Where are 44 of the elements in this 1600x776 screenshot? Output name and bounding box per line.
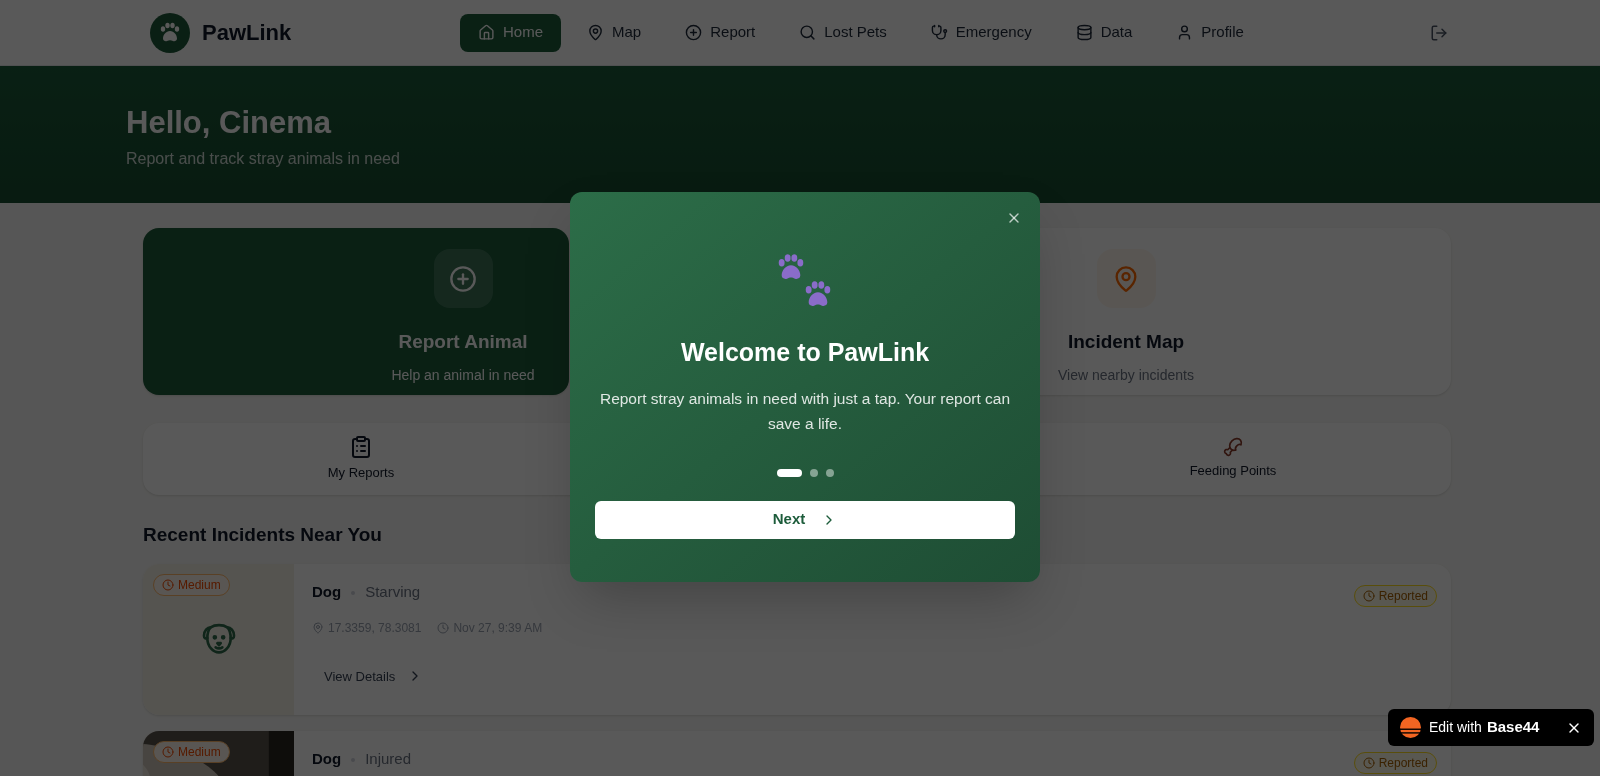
brand-name: PawLink	[202, 19, 292, 47]
clipboard-icon	[349, 435, 373, 460]
plus-circle-icon	[449, 264, 477, 293]
nav-tab[interactable]: Home	[460, 13, 561, 52]
quick-link[interactable]: Feeding Points	[1015, 423, 1451, 495]
badge-brand: Base44	[1486, 717, 1540, 738]
edit-badge[interactable]: Edit with Base44	[1388, 709, 1594, 746]
animal-type: Dog	[312, 749, 342, 770]
view-details-link[interactable]: View Details	[324, 666, 424, 686]
drumstick-icon	[1223, 437, 1243, 458]
map-pin-icon	[312, 621, 324, 634]
nav-tab[interactable]: Profile	[1158, 13, 1262, 52]
severity-label: Medium	[178, 743, 221, 761]
clock-icon	[1362, 589, 1375, 602]
stethoscope-icon	[930, 24, 948, 41]
severity-label: Medium	[178, 576, 221, 594]
search-icon	[799, 24, 817, 41]
nav-tab[interactable]: Report	[667, 13, 774, 52]
card-title: Report Animal	[398, 330, 528, 354]
animal-type: Dog	[312, 582, 342, 603]
card-subtitle: Help an animal in need	[391, 365, 535, 385]
home-icon	[478, 24, 495, 41]
nav-tab[interactable]: Emergency	[912, 13, 1050, 52]
clock-icon	[162, 745, 174, 758]
card-title: Incident Map	[1067, 330, 1185, 354]
clock-icon	[162, 578, 174, 591]
nav-tab[interactable]: Lost Pets	[781, 13, 905, 52]
status-label: Reported	[1378, 587, 1428, 605]
quick-link[interactable]: My Reports	[143, 423, 579, 495]
clock-icon	[437, 621, 450, 634]
database-icon	[1075, 24, 1093, 41]
sun-logo-icon	[1400, 717, 1421, 738]
next-button[interactable]: Next	[595, 500, 1015, 539]
map-pin-icon	[587, 24, 604, 41]
action-card[interactable]: Report Animal Help an animal in need	[143, 228, 569, 395]
hero-title: Hello, Cinema	[126, 104, 333, 142]
nav-tab[interactable]: Map	[569, 13, 660, 52]
nav-tab[interactable]: Data	[1057, 13, 1151, 52]
clock-icon	[1362, 756, 1375, 769]
status-label: Reported	[1378, 754, 1428, 772]
section-title: Recent Incidents Near You	[143, 523, 383, 547]
logout-button[interactable]	[1430, 23, 1448, 42]
plus-circle-icon	[685, 24, 703, 41]
hero-subtitle: Report and track stray animals in need	[126, 148, 401, 169]
